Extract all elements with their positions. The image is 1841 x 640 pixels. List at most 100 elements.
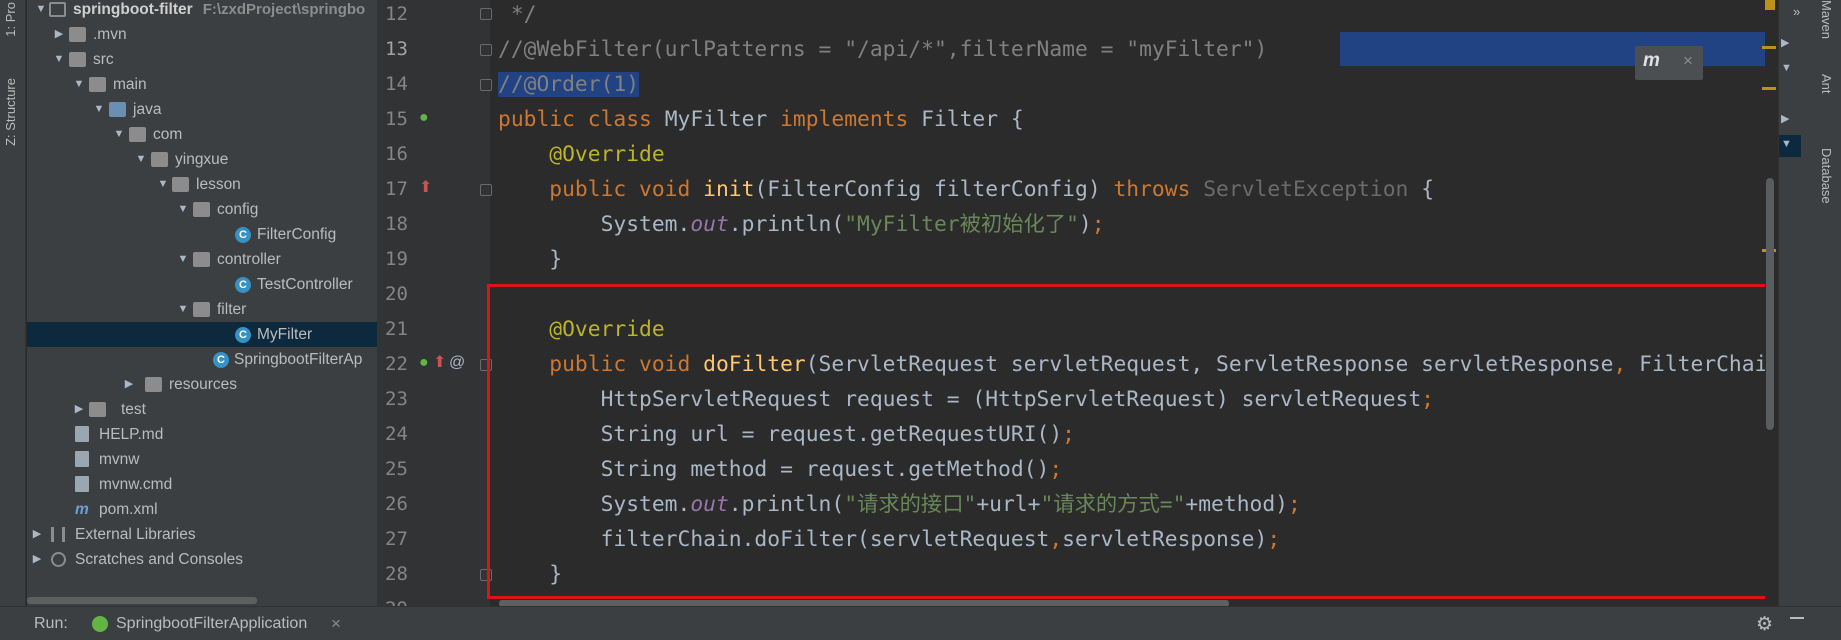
chevron-down-icon[interactable]: ▼ <box>1781 138 1792 150</box>
project-tool-tab[interactable]: 1: Pro <box>3 2 18 37</box>
close-icon[interactable]: × <box>331 614 341 634</box>
code-line: public void init(FilterConfig filterConf… <box>498 177 1435 202</box>
tree-item-scratches[interactable]: ▶ Scratches and Consoles <box>27 547 377 572</box>
fold-marker-icon[interactable] <box>480 184 492 196</box>
fold-marker-icon[interactable] <box>480 8 492 20</box>
line-number: 19 <box>385 248 408 270</box>
warning-marker[interactable] <box>1762 87 1776 90</box>
source-folder-icon <box>109 102 126 117</box>
line-number: 25 <box>385 458 408 480</box>
fold-marker-icon[interactable] <box>480 44 492 56</box>
chevron-right-icon[interactable]: ▶ <box>31 547 43 572</box>
minimize-icon[interactable] <box>1790 617 1804 619</box>
tree-item-com[interactable]: ▼ com <box>27 122 377 147</box>
run-label: Run: <box>34 615 68 632</box>
tree-item-help-md[interactable]: HELP.md <box>27 422 377 447</box>
tree-label: filter <box>217 301 247 318</box>
tree-item-test[interactable]: ▶ test <box>27 397 377 422</box>
tree-item-testcontroller[interactable]: C TestController <box>27 272 377 297</box>
tree-label: com <box>153 126 183 143</box>
tree-item-mvnw-cmd[interactable]: mvnw.cmd <box>27 472 377 497</box>
tree-item-myfilter[interactable]: C MyFilter <box>27 322 377 347</box>
selection-highlight <box>1340 32 1780 66</box>
override-icon[interactable]: ⬆ <box>419 178 432 198</box>
line-number: 12 <box>385 3 408 25</box>
chevron-down-icon[interactable]: ▼ <box>177 197 189 222</box>
project-horizontal-scrollbar[interactable] <box>27 597 257 604</box>
override-icon[interactable]: ⬆ <box>433 353 446 373</box>
close-icon[interactable]: × <box>1683 51 1693 71</box>
tree-item-yingxue[interactable]: ▼ yingxue <box>27 147 377 172</box>
run-tool-bar: Run: SpringbootFilterApplication × ⚙ <box>0 606 1841 640</box>
spring-bean-icon[interactable]: ● <box>419 108 429 128</box>
chevron-right-icon[interactable]: ▶ <box>123 372 135 397</box>
tree-label: Scratches and Consoles <box>75 551 244 568</box>
class-icon: C <box>235 277 251 293</box>
gear-icon[interactable]: ⚙ <box>1756 613 1773 636</box>
double-chevron-icon[interactable]: » <box>1793 4 1800 19</box>
at-symbol-icon[interactable]: @ <box>449 353 465 373</box>
tree-item-external-libraries[interactable]: ▶ External Libraries <box>27 522 377 547</box>
chevron-down-icon[interactable]: ▼ <box>93 97 105 122</box>
tree-item-root[interactable]: ▼ springboot-filter F:\zxdProject\springb… <box>27 0 377 22</box>
chevron-right-icon[interactable]: ▶ <box>1781 112 1789 125</box>
tree-label: java <box>133 101 162 118</box>
maven-tool-tab[interactable]: Maven <box>1819 0 1834 39</box>
tree-item-filterconfig[interactable]: C FilterConfig <box>27 222 377 247</box>
module-folder-icon <box>49 2 66 17</box>
maven-reload-icon[interactable]: m <box>1643 50 1660 72</box>
run-config-tab[interactable]: SpringbootFilterApplication <box>116 615 307 633</box>
chevron-down-icon[interactable]: ▼ <box>157 172 169 197</box>
tree-item-src[interactable]: ▼ src <box>27 47 377 72</box>
chevron-down-icon[interactable]: ▼ <box>53 47 65 72</box>
tree-item-springbootfilterapplication[interactable]: C SpringbootFilterAp <box>27 347 377 372</box>
ant-tool-tab[interactable]: Ant <box>1819 74 1834 94</box>
line-number: 28 <box>385 563 408 585</box>
chevron-right-icon[interactable]: ▶ <box>1781 36 1789 49</box>
chevron-right-icon[interactable]: ▶ <box>73 397 85 422</box>
tree-item-pom-xml[interactable]: m pom.xml <box>27 497 377 522</box>
code-line: */ <box>498 2 537 27</box>
tree-item-config[interactable]: ▼ config <box>27 197 377 222</box>
class-icon: C <box>235 327 251 343</box>
spring-boot-class-icon: C <box>213 352 229 368</box>
chevron-right-icon[interactable]: ▶ <box>53 22 65 47</box>
folder-icon <box>89 77 106 92</box>
tree-item-resources[interactable]: ▶ resources <box>27 372 377 397</box>
package-icon <box>193 302 210 317</box>
right-tool-strip: Maven » ▶ ▼ ▶ ▼ Ant Database <box>1778 0 1841 606</box>
structure-tool-tab[interactable]: Z: Structure <box>3 78 18 146</box>
chevron-down-icon[interactable]: ▼ <box>35 0 47 22</box>
editor-gutter: 12 13 14 15 16 17 18 19 20 21 22 23 24 2… <box>377 0 490 620</box>
chevron-down-icon[interactable]: ▼ <box>113 122 125 147</box>
editor-vertical-scrollbar[interactable] <box>1766 178 1774 430</box>
code-line: //@WebFilter(urlPatterns = "/api/*",filt… <box>498 37 1268 62</box>
left-tool-strip: 1: Pro Z: Structure <box>0 0 26 606</box>
chevron-down-icon[interactable]: ▼ <box>177 247 189 272</box>
fold-marker-icon[interactable] <box>480 79 492 91</box>
tree-item-filter[interactable]: ▼ filter <box>27 297 377 322</box>
implements-icon[interactable]: ● <box>419 353 429 373</box>
tree-item-main[interactable]: ▼ main <box>27 72 377 97</box>
folder-icon <box>69 27 86 42</box>
database-tool-tab[interactable]: Database <box>1819 148 1834 204</box>
warning-marker[interactable] <box>1762 46 1776 49</box>
code-line: } <box>498 247 563 272</box>
tree-item-mvnw[interactable]: mvnw <box>27 447 377 472</box>
inspection-status-icon[interactable] <box>1765 0 1775 10</box>
folder-icon <box>89 402 106 417</box>
line-number: 20 <box>385 283 408 305</box>
tree-label: MyFilter <box>257 326 313 343</box>
highlight-box <box>487 284 1768 599</box>
chevron-right-icon[interactable]: ▶ <box>31 522 43 547</box>
chevron-down-icon[interactable]: ▼ <box>135 147 147 172</box>
chevron-down-icon[interactable]: ▼ <box>1781 62 1792 74</box>
tree-label: lesson <box>196 176 241 193</box>
tree-item-mvn[interactable]: ▶ .mvn <box>27 22 377 47</box>
tree-item-java[interactable]: ▼ java <box>27 97 377 122</box>
tree-item-controller[interactable]: ▼ controller <box>27 247 377 272</box>
chevron-down-icon[interactable]: ▼ <box>73 72 85 97</box>
code-line: //@Order(1) <box>498 72 640 97</box>
chevron-down-icon[interactable]: ▼ <box>177 297 189 322</box>
tree-item-lesson[interactable]: ▼ lesson <box>27 172 377 197</box>
